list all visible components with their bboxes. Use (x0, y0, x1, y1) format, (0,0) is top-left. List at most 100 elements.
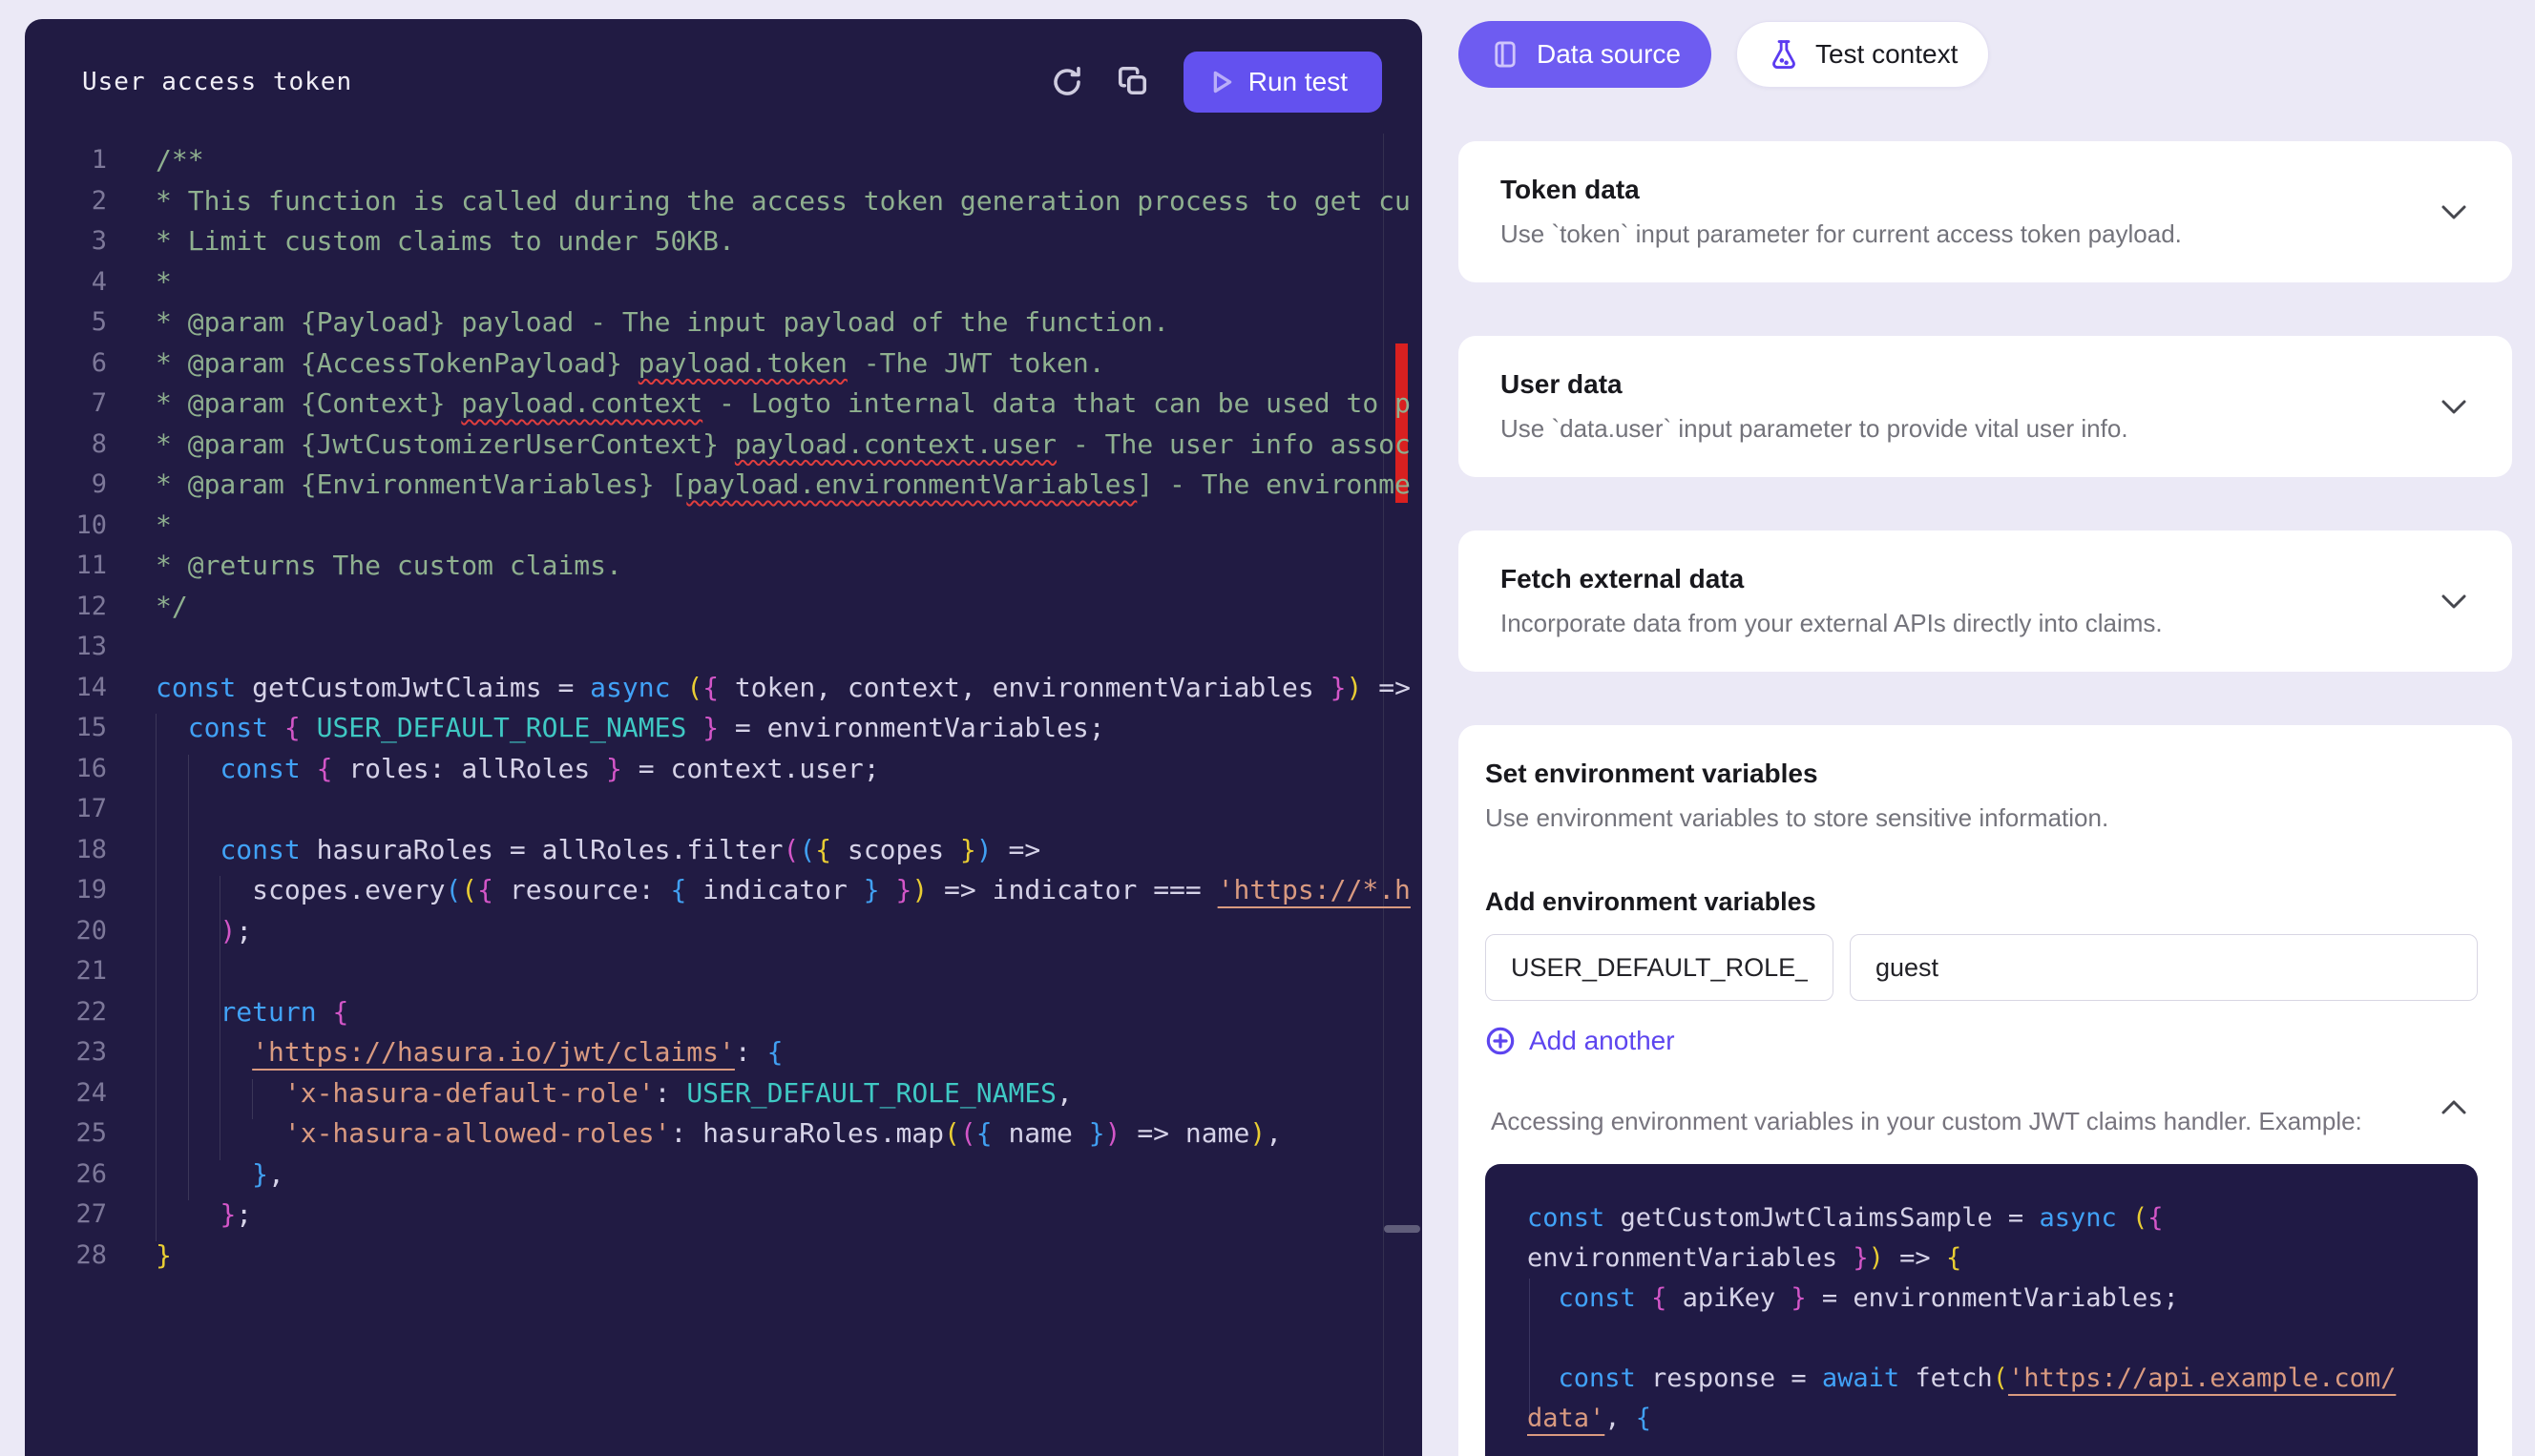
line-number: 9 (25, 465, 107, 506)
code-line[interactable]: 3* Limit custom claims to under 50KB. (25, 221, 1422, 262)
panel-icon (1489, 38, 1521, 71)
line-number: 26 (25, 1154, 107, 1196)
sample-code-line: const { apiKey } = environmentVariables; (1527, 1279, 2436, 1319)
code-line[interactable]: 20 ); (25, 911, 1422, 952)
line-number: 21 (25, 951, 107, 992)
code-line[interactable]: 23 'https://hasura.io/jwt/claims': { (25, 1032, 1422, 1073)
code-line[interactable]: 7* @param {Context} payload.context - Lo… (25, 384, 1422, 425)
code-line[interactable]: 9* @param {EnvironmentVariables} [payloa… (25, 465, 1422, 506)
code-line[interactable]: 15 const { USER_DEFAULT_ROLE_NAMES } = e… (25, 708, 1422, 749)
line-number: 19 (25, 870, 107, 911)
code-area[interactable]: 1/**2* This function is called during th… (25, 140, 1422, 1276)
line-number: 2 (25, 181, 107, 222)
add-another-button[interactable]: Add another (1485, 1026, 1675, 1056)
card-subtitle: Incorporate data from your external APIs… (1500, 607, 2470, 639)
code-line[interactable]: 19 scopes.every(({ resource: { indicator… (25, 870, 1422, 911)
code-line[interactable]: 14const getCustomJwtClaims = async ({ to… (25, 668, 1422, 709)
code-line[interactable]: 4* (25, 262, 1422, 303)
code-line[interactable]: 27 }; (25, 1195, 1422, 1236)
sample-code-line: environmentVariables }) => { (1527, 1238, 2436, 1279)
sample-code-line: data', { (1527, 1399, 2436, 1439)
code-line[interactable]: 10* (25, 506, 1422, 547)
code-line[interactable]: 21 (25, 951, 1422, 992)
refresh-button[interactable] (1046, 61, 1088, 103)
code-line[interactable]: 17 (25, 789, 1422, 830)
run-test-button[interactable]: Run test (1184, 52, 1382, 113)
inspector-panel: Data source Test context Token data Use … (1458, 21, 2512, 1456)
line-number: 6 (25, 343, 107, 385)
play-icon (1210, 69, 1235, 95)
card-set-environment-variables: Set environment variables Use environmen… (1458, 725, 2512, 1456)
line-number: 5 (25, 302, 107, 343)
chevron-down-icon[interactable] (2440, 204, 2468, 225)
code-line[interactable]: 18 const hasuraRoles = allRoles.filter((… (25, 830, 1422, 871)
refresh-icon (1050, 65, 1084, 99)
card-title: Token data (1500, 174, 2470, 206)
sample-code-line: const response = await fetch('https://ap… (1527, 1359, 2436, 1399)
env-example-caption: Accessing environment variables in your … (1485, 1105, 2478, 1137)
code-line[interactable]: 16 const { roles: allRoles } = context.u… (25, 749, 1422, 790)
line-number: 4 (25, 262, 107, 303)
add-another-label: Add another (1529, 1026, 1675, 1056)
code-line[interactable]: 12*/ (25, 587, 1422, 628)
card-subtitle: Use `data.user` input parameter to provi… (1500, 412, 2470, 445)
run-test-label: Run test (1248, 67, 1348, 97)
tab-test-context[interactable]: Test context (1736, 21, 1989, 88)
line-number: 25 (25, 1113, 107, 1154)
line-number: 20 (25, 911, 107, 952)
card-token-data[interactable]: Token data Use `token` input parameter f… (1458, 141, 2512, 282)
code-lines: 1/**2* This function is called during th… (25, 140, 1422, 1276)
page: { "editor": { "title": "User access toke… (0, 0, 2535, 1456)
line-number: 16 (25, 749, 107, 790)
code-line[interactable]: 1/** (25, 140, 1422, 181)
code-line[interactable]: 26 }, (25, 1154, 1422, 1196)
line-number: 28 (25, 1236, 107, 1277)
line-number: 3 (25, 221, 107, 262)
plus-circle-icon (1485, 1026, 1516, 1056)
code-line[interactable]: 5* @param {Payload} payload - The input … (25, 302, 1422, 343)
card-fetch-external-data[interactable]: Fetch external data Incorporate data fro… (1458, 530, 2512, 672)
line-number: 23 (25, 1032, 107, 1073)
code-line[interactable]: 6* @param {AccessTokenPayload} payload.t… (25, 343, 1422, 385)
line-number: 1 (25, 140, 107, 181)
card-user-data[interactable]: User data Use `data.user` input paramete… (1458, 336, 2512, 477)
line-number: 7 (25, 384, 107, 425)
sample-code-line: const getCustomJwtClaimsSample = async (… (1527, 1198, 2436, 1238)
code-line[interactable]: 11* @returns The custom claims. (25, 546, 1422, 587)
env-variable-row (1485, 934, 2478, 1001)
flask-icon (1768, 38, 1800, 71)
code-line[interactable]: 24 'x-hasura-default-role': USER_DEFAULT… (25, 1073, 1422, 1114)
line-number: 15 (25, 708, 107, 749)
code-line[interactable]: 13 (25, 627, 1422, 668)
copy-button[interactable] (1113, 61, 1155, 103)
card-title: Fetch external data (1500, 563, 2470, 595)
sample-code-block: const getCustomJwtClaimsSample = async (… (1485, 1164, 2478, 1456)
tab-data-source[interactable]: Data source (1458, 21, 1711, 88)
sample-code-line (1527, 1319, 2436, 1359)
card-subtitle: Use `token` input parameter for current … (1500, 218, 2470, 250)
line-number: 14 (25, 668, 107, 709)
code-line[interactable]: 8* @param {JwtCustomizerUserContext} pay… (25, 425, 1422, 466)
code-line[interactable]: 22 return { (25, 992, 1422, 1033)
line-number: 12 (25, 587, 107, 628)
env-value-input[interactable] (1850, 934, 2478, 1001)
line-number: 11 (25, 546, 107, 587)
line-number: 8 (25, 425, 107, 466)
card-title: User data (1500, 368, 2470, 401)
tab-test-context-label: Test context (1815, 39, 1958, 70)
code-line[interactable]: 25 'x-hasura-allowed-roles': hasuraRoles… (25, 1113, 1422, 1154)
code-line[interactable]: 28} (25, 1236, 1422, 1277)
card-title: Set environment variables (1485, 758, 2478, 790)
line-number: 27 (25, 1195, 107, 1236)
code-line[interactable]: 2* This function is called during the ac… (25, 181, 1422, 222)
tab-data-source-label: Data source (1537, 39, 1681, 70)
chevron-up-icon[interactable] (2440, 1099, 2468, 1120)
env-key-input[interactable] (1485, 934, 1833, 1001)
tab-bar: Data source Test context (1458, 21, 2512, 88)
line-number: 13 (25, 627, 107, 668)
chevron-down-icon[interactable] (2440, 399, 2468, 420)
line-number: 18 (25, 830, 107, 871)
chevron-down-icon[interactable] (2440, 593, 2468, 614)
card-subtitle: Use environment variables to store sensi… (1485, 801, 2478, 834)
editor-title: User access token (82, 68, 352, 96)
